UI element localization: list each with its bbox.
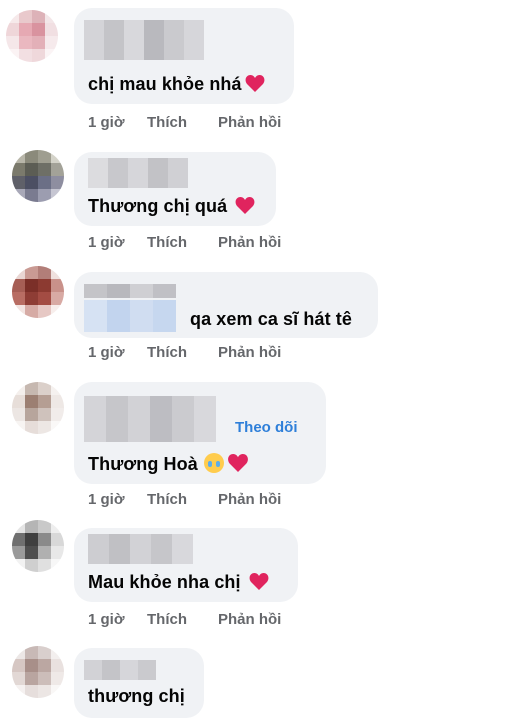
- heart-emoji-icon: [245, 75, 265, 92]
- avatar[interactable]: [12, 520, 64, 572]
- blurred-author-name[interactable]: [84, 396, 216, 442]
- comment-text: chị mau khỏe nhá: [88, 74, 265, 95]
- like-button[interactable]: Thích: [147, 114, 187, 131]
- comment-text: thương chị: [88, 686, 185, 706]
- heart-emoji-icon: [235, 197, 255, 214]
- comment-timestamp[interactable]: 1 giờ: [88, 491, 125, 508]
- like-button[interactable]: Thích: [147, 611, 187, 628]
- blurred-author-name[interactable]: [84, 20, 204, 60]
- avatar[interactable]: [12, 150, 64, 202]
- avatar[interactable]: [12, 382, 64, 434]
- blurred-author-name[interactable]: [84, 660, 156, 680]
- heart-emoji-icon: [249, 573, 269, 590]
- comment-bubble: [74, 648, 204, 718]
- comment-timestamp[interactable]: 1 giờ: [88, 234, 125, 251]
- avatar[interactable]: [12, 266, 64, 318]
- crying-face-emoji-icon: [203, 453, 224, 473]
- comment-timestamp[interactable]: 1 giờ: [88, 114, 125, 131]
- follow-link[interactable]: Theo dõi: [235, 419, 298, 436]
- reply-button[interactable]: Phản hồi: [218, 344, 281, 361]
- reply-button[interactable]: Phản hồi: [218, 491, 281, 508]
- avatar[interactable]: [6, 10, 58, 62]
- avatar[interactable]: [12, 646, 64, 698]
- reply-button[interactable]: Phản hồi: [218, 611, 281, 628]
- reply-button[interactable]: Phản hồi: [218, 114, 281, 131]
- blurred-author-name[interactable]: [88, 158, 188, 188]
- blurred-author-name[interactable]: [84, 284, 176, 298]
- reply-button[interactable]: Phản hồi: [218, 234, 281, 251]
- like-button[interactable]: Thích: [147, 344, 187, 361]
- heart-emoji-icon: [227, 454, 248, 472]
- comment-text: qa xem ca sĩ hát tê: [190, 309, 352, 329]
- like-button[interactable]: Thích: [147, 491, 187, 508]
- blurred-author-name[interactable]: [84, 300, 176, 332]
- like-button[interactable]: Thích: [147, 234, 187, 251]
- comment-timestamp[interactable]: 1 giờ: [88, 611, 125, 628]
- comment-text: Mau khỏe nha chị: [88, 572, 269, 593]
- blurred-author-name[interactable]: [88, 534, 193, 564]
- comment-text: Thương chị quá: [88, 196, 255, 217]
- comment-text: Thương Hoà: [88, 453, 249, 475]
- comment-timestamp[interactable]: 1 giờ: [88, 344, 125, 361]
